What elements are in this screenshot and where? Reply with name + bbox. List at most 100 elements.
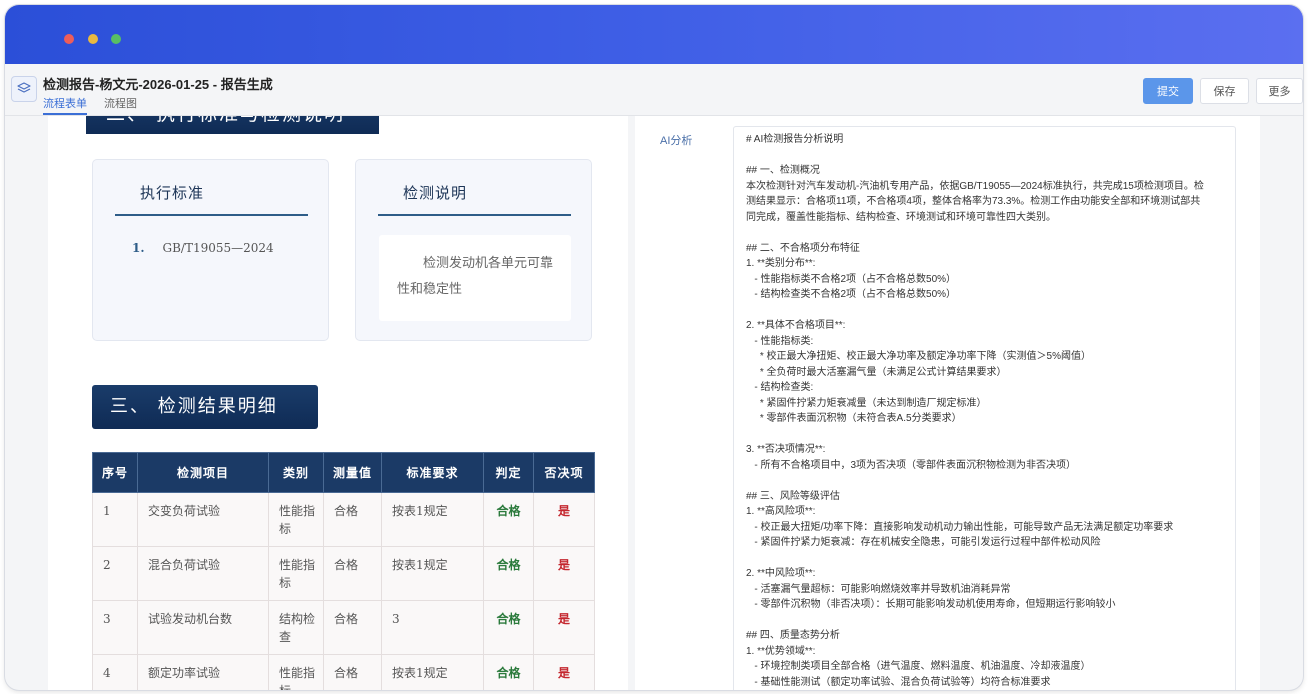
cell-item: 混合负荷试验 — [137, 546, 269, 601]
analysis-line: 3. **否决项情况**: — [746, 444, 826, 455]
analysis-line: - 结构检查类不合格2项（占不合格总数50%） — [746, 289, 957, 300]
analysis-line: # AI检测报告分析说明 — [746, 134, 844, 145]
analysis-line: - 性能指标类不合格2项（占不合格总数50%） — [746, 273, 957, 285]
cell-requirement: 按表1规定 — [381, 654, 484, 690]
app-window: 检测报告-杨文元-2026-01-25 - 报告生成 流程表单 流程图 提交 保… — [5, 5, 1303, 690]
section-2-banner: 二、 执行标准与检测说明 — [86, 116, 379, 134]
analysis-line: - 紧固件拧紧力矩衰减：存在机械安全隐患，可能引发运行过程中部件松动风险 — [746, 537, 1101, 548]
description-text: 检测发动机各单元可靠性和稳定性 — [379, 235, 571, 321]
standard-item-number: 1. — [132, 241, 145, 255]
cell-item: 交变负荷试验 — [137, 492, 269, 547]
analysis-line: * 全负荷时最大活塞漏气量（未满足公式计算结果要求） — [746, 366, 1007, 378]
cell-judgement: 合格 — [483, 654, 534, 690]
results-table: 序号 检测项目 类别 测量值 标准要求 判定 否决项 1 交变负荷试验 性能指标… — [92, 452, 595, 690]
tab-flow-form[interactable]: 流程表单 — [43, 95, 87, 115]
cell-judgement: 合格 — [483, 546, 534, 601]
cell-veto: 是 — [533, 492, 595, 547]
header-requirement: 标准要求 — [381, 452, 484, 493]
cell-index: 3 — [92, 600, 138, 655]
cell-measured: 合格 — [323, 600, 382, 655]
analysis-line: * 校正最大净扭矩、校正最大净功率及额定净功率下降（实测值＞5%阈值） — [746, 351, 1092, 362]
analysis-line: 1. **类别分布**: — [746, 258, 816, 269]
close-window-dot[interactable] — [64, 34, 74, 44]
analysis-line: 1. **优势领域**: — [746, 645, 816, 657]
header-index: 序号 — [92, 452, 138, 493]
analysis-line: - 活塞漏气量超标：可能影响燃烧效率并导致机油消耗异常 — [746, 583, 1011, 595]
cell-category: 性能指标 — [268, 654, 324, 690]
submit-button[interactable]: 提交 — [1143, 78, 1193, 104]
cell-judgement: 合格 — [483, 492, 534, 547]
analysis-line — [746, 303, 1223, 319]
cell-index: 4 — [92, 654, 138, 690]
analysis-line: 同完成，覆盖性能指标、结构检查、环境测试和环境可靠性四大类别。 — [746, 211, 1056, 223]
analysis-line: * 零部件表面沉积物（未符合表A.5分类要求） — [746, 413, 962, 424]
cell-index: 1 — [92, 492, 138, 547]
app-header: 检测报告-杨文元-2026-01-25 - 报告生成 流程表单 流程图 提交 保… — [5, 64, 1303, 116]
header-judgement: 判定 — [483, 452, 534, 493]
standard-card: 执行标准 1. GB/T19055—2024 — [92, 159, 329, 341]
analysis-line: ## 二、不合格项分布特征 — [746, 242, 860, 254]
analysis-line: 本次检测针对汽车发动机-汽油机专用产品，依据GB/T19055—2024标准执行… — [746, 180, 1204, 192]
analysis-line — [746, 148, 1223, 164]
analysis-line: * 紧固件拧紧力矩衰减量（未达到制造厂规定标准） — [746, 397, 987, 409]
section-3-banner: 三、 检测结果明细 — [92, 385, 318, 429]
cell-item: 试验发动机台数 — [137, 600, 269, 655]
more-button[interactable]: 更多 — [1256, 78, 1303, 104]
cell-measured: 合格 — [323, 492, 382, 547]
cell-measured: 合格 — [323, 546, 382, 601]
analysis-line: ## 三、风险等级评估 — [746, 490, 840, 502]
cell-veto: 是 — [533, 600, 595, 655]
cell-requirement: 按表1规定 — [381, 546, 484, 601]
tab-flow-chart[interactable]: 流程图 — [104, 95, 137, 111]
analysis-line — [746, 613, 1223, 629]
save-button[interactable]: 保存 — [1200, 78, 1249, 104]
table-header-row: 序号 检测项目 类别 测量值 标准要求 判定 否决项 — [92, 452, 595, 493]
cell-veto: 是 — [533, 546, 595, 601]
ai-analysis-textarea[interactable]: # AI检测报告分析说明 ## 一、检测概况本次检测针对汽车发动机-汽油机专用产品… — [733, 126, 1236, 690]
analysis-line: 2. **具体不合格项目**: — [746, 320, 846, 331]
analysis-line — [746, 427, 1223, 443]
layers-icon[interactable] — [11, 76, 37, 102]
analysis-line: - 所有不合格项目中，3项为否决项（零部件表面沉积物检测为非否决项） — [746, 459, 1077, 471]
analysis-line: - 校正最大扭矩/功率下降：直接影响发动机动力输出性能，可能导致产品无法满足额定… — [746, 521, 1174, 533]
table-row: 3 试验发动机台数 结构检查 合格 3 合格 是 — [92, 600, 595, 655]
analysis-line — [746, 473, 1223, 489]
table-row: 1 交变负荷试验 性能指标 合格 按表1规定 合格 是 — [92, 492, 595, 547]
analysis-line — [746, 551, 1223, 567]
analysis-line: - 零部件沉积物（非否决项）：长期可能影响发动机使用寿命，但短期运行影响较小 — [746, 599, 1116, 610]
analysis-line: 2. **中风险项**: — [746, 568, 816, 579]
analysis-line: - 结构检查类: — [746, 382, 814, 393]
header-veto: 否决项 — [533, 452, 595, 493]
table-row: 2 混合负荷试验 性能指标 合格 按表1规定 合格 是 — [92, 546, 595, 601]
table-row: 4 额定功率试验 性能指标 合格 按表1规定 合格 是 — [92, 654, 595, 690]
analysis-line: 1. **高风险项**: — [746, 506, 816, 517]
cell-item: 额定功率试验 — [137, 654, 269, 690]
analysis-line: - 环境控制类项目全部合格（进气温度、燃料温度、机油温度、冷却液温度） — [746, 661, 1091, 672]
report-preview[interactable]: 二、 执行标准与检测说明 执行标准 1. GB/T19055—2024 检测说明 … — [48, 116, 628, 690]
analysis-panel: AI分析 # AI检测报告分析说明 ## 一、检测概况本次检测针对汽车发动机-汽油… — [635, 116, 1260, 690]
header-category: 类别 — [268, 452, 324, 493]
analysis-line: - 性能指标类: — [746, 335, 814, 347]
analysis-line — [746, 225, 1223, 241]
cell-requirement: 3 — [381, 600, 484, 655]
description-card: 检测说明 检测发动机各单元可靠性和稳定性 — [355, 159, 592, 341]
page-title: 检测报告-杨文元-2026-01-25 - 报告生成 — [43, 77, 273, 92]
analysis-line: ## 一、检测概况 — [746, 165, 820, 176]
cell-judgement: 合格 — [483, 600, 534, 655]
standard-item: 1. GB/T19055—2024 — [132, 241, 274, 255]
maximize-window-dot[interactable] — [111, 34, 121, 44]
title-bar — [5, 5, 1303, 64]
description-card-title: 检测说明 — [378, 182, 571, 216]
cell-category: 性能指标 — [268, 492, 324, 547]
analysis-line: ## 四、质量态势分析 — [746, 630, 840, 641]
minimize-window-dot[interactable] — [88, 34, 98, 44]
header-item: 检测项目 — [137, 452, 269, 493]
cell-veto: 是 — [533, 654, 595, 690]
cell-requirement: 按表1规定 — [381, 492, 484, 547]
standard-item-text: GB/T19055—2024 — [162, 241, 274, 255]
header-measured: 测量值 — [323, 452, 382, 493]
cell-index: 2 — [92, 546, 138, 601]
cell-measured: 合格 — [323, 654, 382, 690]
ai-analysis-label: AI分析 — [660, 135, 693, 147]
cell-category: 性能指标 — [268, 546, 324, 601]
